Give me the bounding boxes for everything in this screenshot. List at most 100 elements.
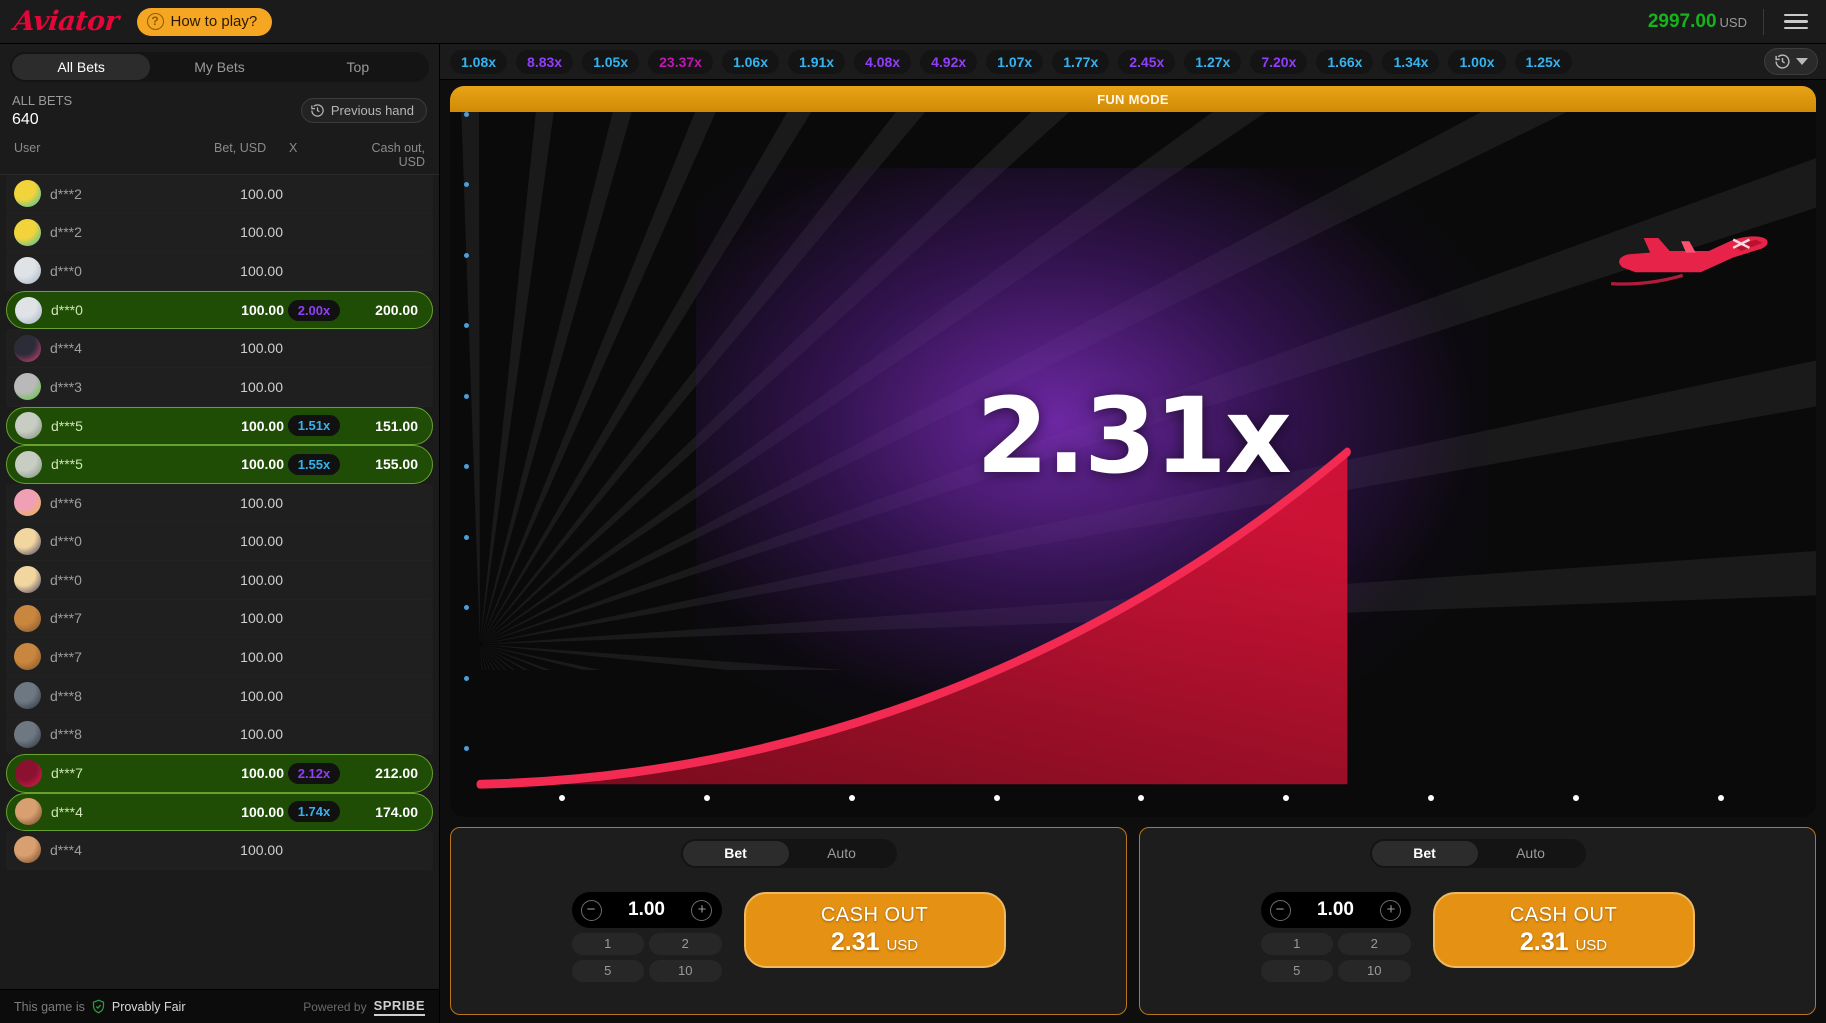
- provably-fair[interactable]: This game is Provably Fair: [14, 999, 186, 1014]
- history-chip[interactable]: 1.08x: [450, 49, 508, 74]
- menu-line: [1784, 20, 1808, 23]
- history-chip[interactable]: 1.34x: [1382, 49, 1440, 74]
- bet-cashout: 155.00: [375, 456, 418, 473]
- history-chip[interactable]: 1.05x: [582, 49, 640, 74]
- history-chip[interactable]: 8.83x: [516, 49, 574, 74]
- status-badge: 1.55x: [287, 453, 341, 475]
- bet-amount: 100.00: [240, 378, 283, 395]
- history-chip[interactable]: 1.07x: [986, 49, 1044, 74]
- tab-bet[interactable]: Bet: [1371, 841, 1478, 866]
- bet-amount: 100.00: [240, 726, 283, 743]
- quick-amount-button[interactable]: 10: [1338, 960, 1411, 982]
- y-axis-dot: [464, 464, 469, 470]
- multiplier-history-bar: 1.08x 8.83x 1.05x 23.37x 1.06x 1.91x 4.08x 4.92…: [440, 44, 1826, 80]
- x-axis-markers: [450, 795, 1816, 803]
- history-toggle-button[interactable]: [1764, 48, 1818, 75]
- bets-tab-my-bets[interactable]: My Bets: [150, 54, 288, 80]
- bet-user-cell: d***5: [15, 450, 209, 478]
- shield-check-icon: [92, 999, 104, 1014]
- bet-user-cell: d***7: [14, 604, 208, 632]
- table-row[interactable]: d***4 100.00: [6, 329, 433, 368]
- history-chip[interactable]: 1.91x: [788, 49, 846, 74]
- table-row[interactable]: d***5 100.00 1.55x 155.00: [6, 445, 433, 484]
- bet-amount-value: 1.00: [1317, 899, 1354, 920]
- table-row[interactable]: d***0 100.00: [6, 252, 433, 291]
- history-chip[interactable]: 1.66x: [1316, 49, 1374, 74]
- bets-tab-top[interactable]: Top: [289, 54, 427, 80]
- bet-user-cell: d***8: [14, 682, 208, 710]
- history-chip[interactable]: 1.25x: [1514, 49, 1572, 74]
- quick-amount-button[interactable]: 2: [649, 933, 722, 955]
- table-row[interactable]: d***7 100.00 2.12x 212.00: [6, 753, 433, 793]
- table-row[interactable]: d***2 100.00: [6, 213, 433, 253]
- increment-button[interactable]: +: [1380, 899, 1402, 921]
- quick-amount-button[interactable]: 5: [1260, 960, 1333, 982]
- history-chip[interactable]: 7.20x: [1250, 49, 1308, 74]
- bet-username: d***0: [50, 533, 82, 550]
- table-row[interactable]: d***0 100.00 2.00x 200.00: [6, 290, 433, 330]
- bet-cashout: 200.00: [375, 302, 418, 319]
- history-chip[interactable]: 2.45x: [1118, 49, 1176, 74]
- previous-hand-button[interactable]: Previous hand: [300, 98, 427, 123]
- column-cashout: Cash out, USD: [371, 141, 425, 169]
- history-chip[interactable]: 1.06x: [721, 49, 780, 74]
- quantity-stepper[interactable]: − 1.00 +: [571, 892, 722, 928]
- quick-amount-grid: 1 2 5 10: [571, 933, 722, 982]
- bet-username: d***7: [51, 765, 83, 782]
- cash-out-button[interactable]: CASH OUT 2.31 USD: [1432, 892, 1695, 968]
- quick-amount-button[interactable]: 5: [571, 960, 644, 982]
- bets-list[interactable]: d***2 100.00 d***2 100.00 d***0 100.00 d***0 10…: [0, 175, 439, 989]
- table-row[interactable]: d***3 100.00: [6, 367, 433, 407]
- menu-icon[interactable]: [1780, 10, 1812, 34]
- history-chip[interactable]: 4.08x: [854, 49, 912, 74]
- table-row[interactable]: d***8 100.00: [6, 676, 433, 716]
- bet-amount: 100.00: [240, 571, 283, 588]
- history-chip[interactable]: 23.37x: [648, 49, 713, 74]
- bet-cashout: 174.00: [375, 803, 418, 820]
- bets-tab-all-bets[interactable]: All Bets: [12, 54, 151, 80]
- cash-out-value: 2.31 USD: [830, 927, 919, 956]
- tab-auto[interactable]: Auto: [789, 841, 895, 866]
- table-row[interactable]: d***2 100.00: [6, 175, 433, 214]
- bet-user-cell: d***5: [15, 412, 209, 440]
- table-row[interactable]: d***8 100.00: [6, 715, 433, 754]
- table-row[interactable]: d***7 100.00: [6, 638, 433, 677]
- bet-username: d***6: [50, 494, 82, 511]
- avatar: [15, 412, 42, 440]
- x-axis-dot: [1138, 795, 1145, 801]
- quick-amount-button[interactable]: 2: [1338, 933, 1411, 955]
- tab-bet[interactable]: Bet: [682, 841, 789, 866]
- quantity-stepper[interactable]: − 1.00 +: [1260, 892, 1411, 928]
- menu-line: [1784, 13, 1808, 17]
- y-axis-dot: [464, 534, 469, 540]
- tab-auto[interactable]: Auto: [1478, 841, 1584, 866]
- table-row[interactable]: d***0 100.00: [6, 560, 433, 600]
- increment-button[interactable]: +: [691, 899, 713, 921]
- table-row[interactable]: d***4 100.00 1.74x 174.00: [6, 792, 433, 832]
- quick-amount-button[interactable]: 1: [1260, 933, 1333, 955]
- how-to-play-button[interactable]: ? How to play?: [136, 7, 273, 36]
- table-row[interactable]: d***7 100.00: [6, 599, 433, 639]
- bet-multiplier-cell: 1.51x: [284, 415, 344, 437]
- balance-currency: USD: [1719, 14, 1747, 30]
- bet-amount: 100.00: [241, 302, 284, 319]
- bet-amount: 100.00: [241, 765, 284, 782]
- history-chip[interactable]: 1.00x: [1448, 49, 1506, 74]
- table-row[interactable]: d***6 100.00: [6, 483, 433, 523]
- quick-amount-button[interactable]: 10: [649, 960, 722, 982]
- avatar: [14, 566, 41, 594]
- decrement-button[interactable]: −: [1269, 899, 1291, 921]
- table-row[interactable]: d***5 100.00 1.51x 151.00: [6, 406, 433, 446]
- decrement-button[interactable]: −: [580, 899, 602, 921]
- sidebar-footer: This game is Provably Fair Powered by SP…: [0, 989, 439, 1023]
- status-badge: 1.74x: [287, 801, 341, 823]
- cash-out-button[interactable]: CASH OUT 2.31 USD: [743, 892, 1006, 968]
- history-chip[interactable]: 1.77x: [1052, 49, 1110, 74]
- history-chip[interactable]: 1.27x: [1184, 49, 1242, 74]
- table-row[interactable]: d***4 100.00: [6, 831, 433, 870]
- history-chip[interactable]: 4.92x: [920, 49, 978, 74]
- bet-amount-controls: − 1.00 + 1 2 5 10: [571, 892, 722, 982]
- table-row[interactable]: d***0 100.00: [6, 522, 433, 561]
- quick-amount-button[interactable]: 1: [571, 933, 644, 955]
- avatar: [14, 218, 41, 246]
